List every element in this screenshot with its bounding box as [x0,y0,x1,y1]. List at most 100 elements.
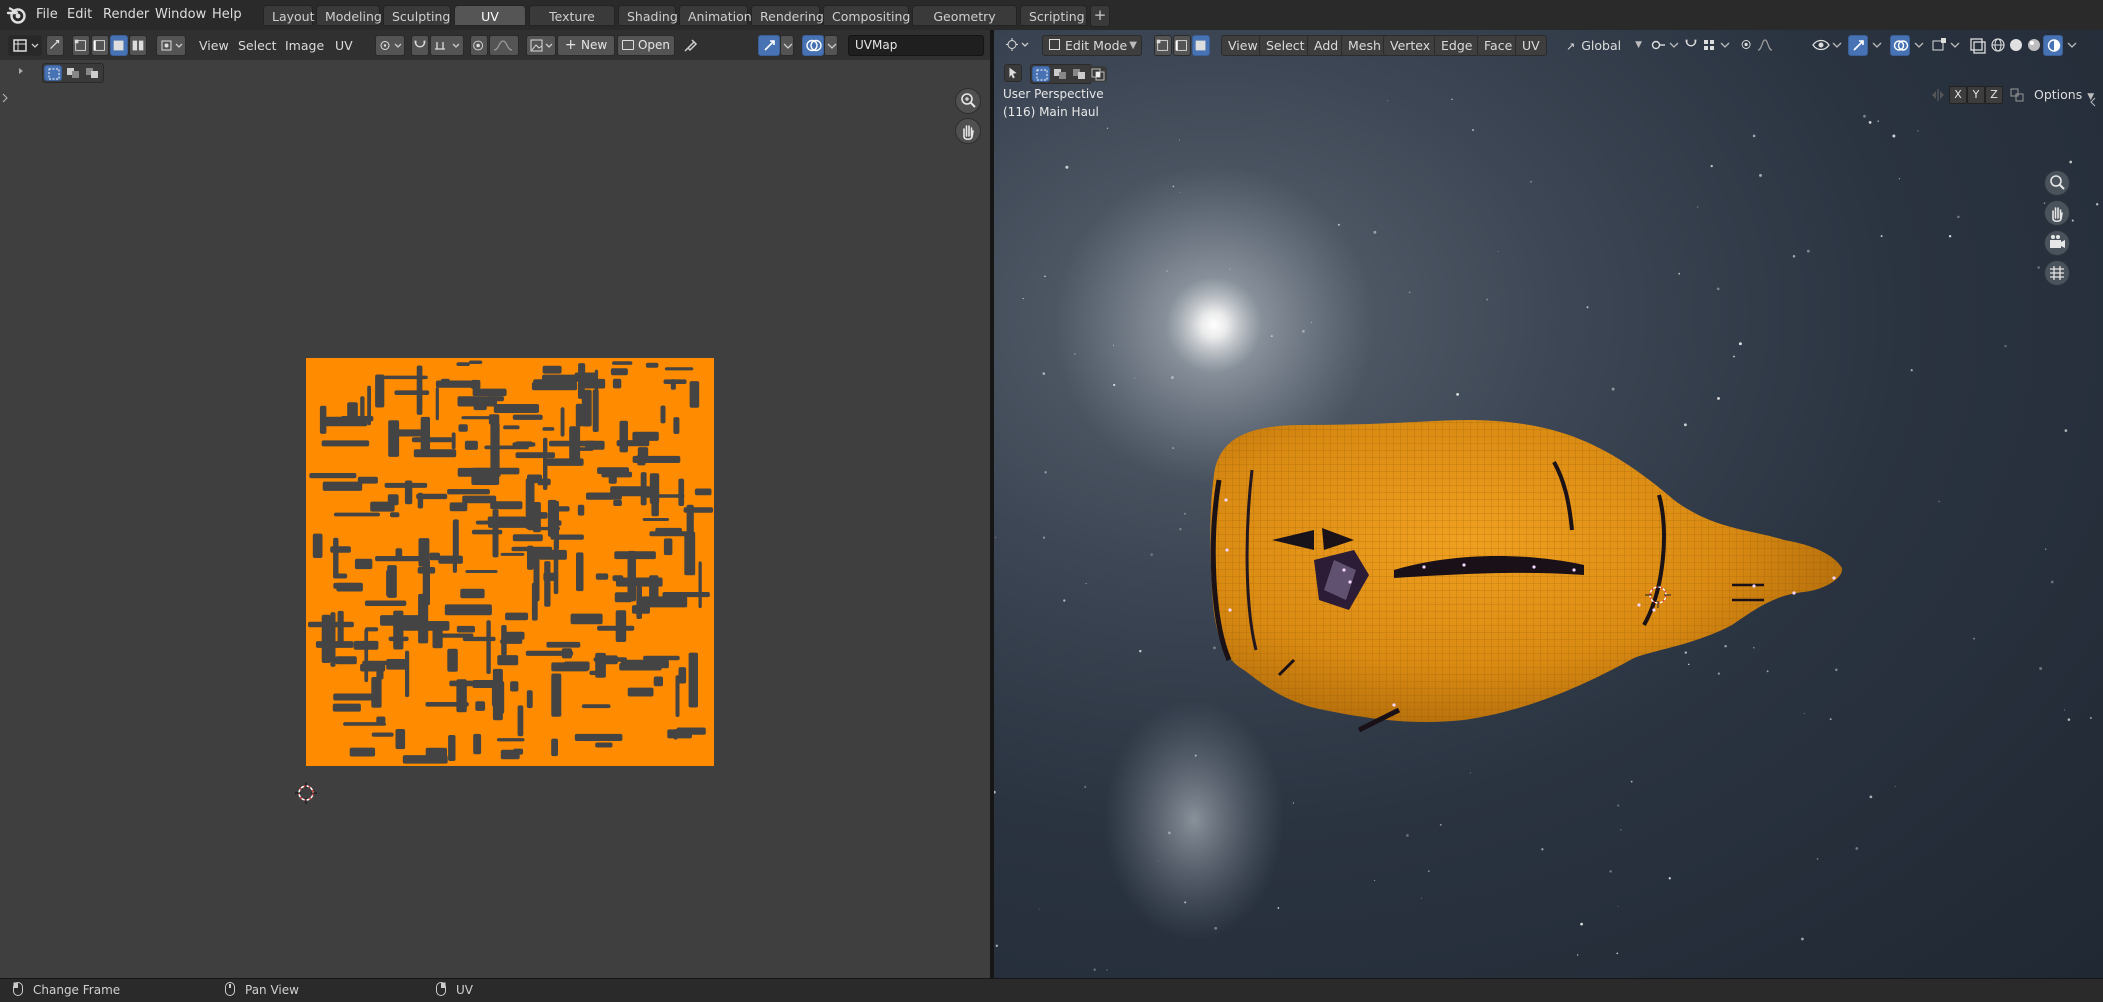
sync-selection-icon[interactable] [46,35,64,56]
rendered-shading-icon[interactable] [2043,35,2063,56]
vp-menu-face[interactable]: Face [1477,35,1520,56]
uv-menu-uv[interactable]: UV [335,35,353,56]
tab-layout[interactable]: Layout [263,5,315,26]
editor-type-icon[interactable] [8,35,42,56]
blender-logo-icon[interactable] [6,4,28,26]
tab-uv-editing[interactable]: UV Editing [454,5,526,45]
vp-select-subtract-icon[interactable] [1070,66,1088,82]
orientation-dropdown[interactable]: ↗ Global ▼ [1566,35,1642,56]
tool-cursor-icon[interactable] [1004,64,1022,82]
vp-menu-mesh[interactable]: Mesh [1341,35,1388,56]
snap-icon[interactable] [411,35,429,56]
edge-select-icon[interactable] [91,35,109,56]
uv-menu-image[interactable]: Image [285,35,324,56]
camera-view-icon[interactable] [2044,230,2070,256]
menu-help[interactable]: Help [212,0,242,30]
vp-zoom-icon[interactable] [2044,170,2070,196]
select-subtract-icon[interactable] [83,65,101,81]
options-dropdown[interactable]: Options ▼ [2034,86,2094,104]
toolbar-expand-icon[interactable] [16,62,26,80]
3d-viewport[interactable]: Edit Mode ▼ View Select Add Mesh Vertex … [994,30,2103,978]
solid-shading-icon[interactable] [2007,36,2025,54]
vp-proportional-edit-icon[interactable] [1738,35,1756,56]
chevron-down-icon[interactable] [1665,36,1683,54]
image-browse-icon[interactable] [526,35,556,56]
chevron-down-icon[interactable] [1828,36,1846,54]
vp-select-intersect-icon[interactable] [1089,66,1107,82]
chevron-down-icon[interactable] [1716,36,1734,54]
vp-menu-edge[interactable]: Edge [1434,35,1480,56]
open-image-button[interactable]: Open [617,35,675,56]
tab-rendering[interactable]: Rendering [751,5,824,26]
vp-pan-icon[interactable] [2044,200,2070,226]
mirror-z-toggle[interactable]: Z [1985,86,2003,104]
sticky-selection-icon[interactable] [156,35,186,56]
mode-dropdown[interactable]: Edit Mode ▼ [1042,35,1142,56]
new-image-button[interactable]: + New [557,35,615,56]
chevron-down-icon[interactable] [1910,36,1928,54]
face-select-icon[interactable] [110,35,128,56]
add-workspace-button[interactable]: + [1090,5,1110,27]
xray-toggle-icon[interactable] [1969,36,1987,54]
vp-select-set-icon[interactable] [1032,66,1050,82]
left-panel-arrow-icon[interactable] [2,92,8,107]
vp-menu-select[interactable]: Select [1259,35,1312,56]
tab-texture-paint[interactable]: Texture Paint [529,5,615,45]
vp-select-extend-icon[interactable] [1051,66,1069,82]
gizmo-dropdown-icon[interactable] [780,35,794,56]
vertex-select-icon[interactable] [72,35,90,56]
overlay-dropdown-icon[interactable] [824,35,838,56]
vp-falloff-icon[interactable] [1756,36,1774,54]
right-panel-arrow-icon[interactable] [2090,96,2096,111]
uv-editor[interactable]: View Select Image UV + New Open UVMap [0,30,990,978]
chevron-down-icon[interactable] [1868,36,1886,54]
uvmap-field[interactable]: UVMap [848,35,984,56]
vp-face-select-icon[interactable] [1192,35,1210,56]
island-select-icon[interactable] [129,35,147,56]
vp-menu-add[interactable]: Add [1307,35,1346,56]
wireframe-shading-icon[interactable] [1989,36,2007,54]
vp-snap-icon[interactable] [1682,35,1700,56]
uv-menu-view[interactable]: View [199,35,229,56]
proportional-edit-icon[interactable] [470,35,488,56]
gizmo-toggle-icon[interactable] [758,35,780,56]
menu-window[interactable]: Window [155,0,206,30]
2d-cursor-icon[interactable] [293,780,319,806]
pivot-point-icon[interactable] [375,35,405,56]
snap-target-icon[interactable] [430,35,464,56]
tab-compositing[interactable]: Compositing [823,5,910,26]
mirror-y-toggle[interactable]: Y [1967,86,1985,104]
falloff-icon[interactable] [489,35,519,56]
select-set-icon[interactable] [44,65,62,81]
ortho-grid-icon[interactable] [2044,260,2070,286]
vp-menu-uv[interactable]: UV [1515,35,1547,56]
zoom-view-icon[interactable] [955,88,981,114]
vp-vertex-select-icon[interactable] [1154,35,1172,56]
tab-geometry-nodes[interactable]: Geometry Nodes [912,5,1017,45]
mirror-icon[interactable] [1931,88,1945,102]
tab-shading[interactable]: Shading [618,5,678,26]
material-shading-icon[interactable] [2025,36,2043,54]
menu-edit[interactable]: Edit [67,0,92,30]
viewport-editor-type-icon[interactable] [1004,35,1032,56]
menu-render[interactable]: Render [103,0,149,30]
vp-gizmo-toggle-icon[interactable] [1848,35,1868,56]
pin-icon[interactable] [682,36,700,54]
tab-sculpting[interactable]: Sculpting [383,5,451,26]
vp-edge-select-icon[interactable] [1173,35,1191,56]
pan-view-icon[interactable] [955,118,981,144]
overlay-toggle-icon[interactable] [802,35,824,56]
auto-merge-icon[interactable] [2008,86,2026,104]
tab-modeling[interactable]: Modeling [316,5,382,26]
vp-overlay-toggle-icon[interactable] [1890,35,1910,56]
vp-menu-vertex[interactable]: Vertex [1383,35,1438,56]
uv-menu-select[interactable]: Select [238,35,277,56]
chevron-down-icon[interactable] [2063,36,2081,54]
select-extend-icon[interactable] [64,65,82,81]
tab-scripting[interactable]: Scripting [1020,5,1087,26]
tab-animation[interactable]: Animation [679,5,752,26]
chevron-down-icon[interactable] [1946,36,1964,54]
menu-file[interactable]: File [36,0,58,30]
spaceship-mesh[interactable] [1210,420,1843,733]
mirror-x-toggle[interactable]: X [1949,86,1967,104]
